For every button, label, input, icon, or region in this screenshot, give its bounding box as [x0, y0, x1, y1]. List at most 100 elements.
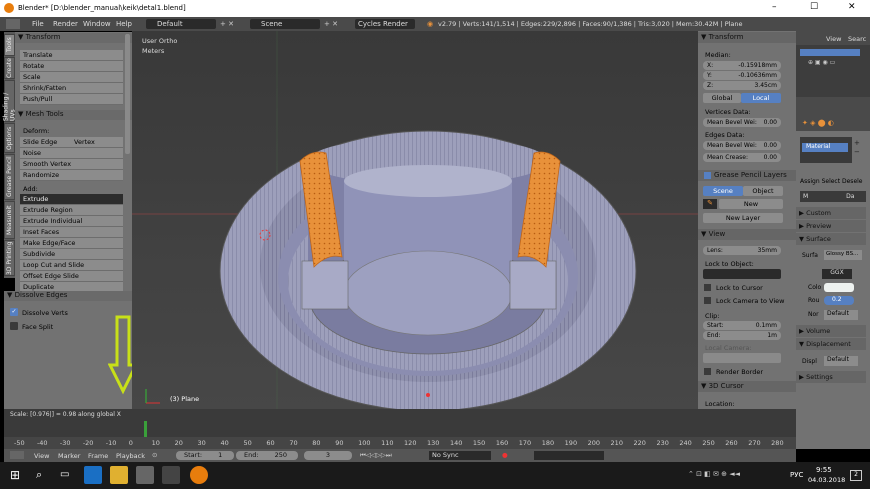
current-frame-field[interactable]: 3	[304, 451, 352, 460]
deselect-button[interactable]: Desele	[842, 178, 863, 185]
add-layout-icon[interactable]: + ✕	[220, 20, 234, 28]
custom-properties-panel[interactable]: ▶ Custom PropertFes	[796, 207, 866, 229]
notification-center-icon[interactable]: 2	[850, 470, 862, 481]
tray-icons[interactable]: ⌃ ⊡ ◧ ✉ ⊕ ◄◄	[688, 470, 740, 478]
scene-select[interactable]: Scene	[250, 19, 320, 29]
local-camera-field[interactable]	[703, 353, 781, 363]
tab-shading-uvs[interactable]: Shading / UVs	[3, 80, 17, 122]
normal-field[interactable]: Default	[824, 310, 858, 320]
extrude-select[interactable]: Extrude	[20, 194, 123, 205]
material-datablock-row[interactable]: M Da	[800, 191, 866, 202]
add-scene-icon[interactable]: + ✕	[324, 20, 338, 28]
tab-measureit[interactable]: Measureit	[4, 201, 15, 239]
extrude-individual-button[interactable]: Extrude Individual	[20, 216, 123, 227]
windows-start-icon[interactable]: ⊞	[10, 468, 20, 482]
select-button[interactable]: Select	[822, 178, 841, 185]
settings-panel[interactable]: ▶ Settings	[796, 371, 866, 383]
mean-bevel-edge-field[interactable]: Mean Bevel Wei: 0.00	[703, 141, 781, 150]
search-icon[interactable]: ⌕	[36, 468, 42, 482]
editor-type-icon[interactable]	[6, 19, 20, 29]
vertex-slide-button[interactable]: Vertex	[71, 137, 123, 148]
color-swatch[interactable]	[824, 283, 854, 292]
clock-date[interactable]: 04.03.2018	[808, 476, 845, 484]
file-explorer-icon[interactable]	[110, 466, 128, 484]
maximize-button[interactable]: ☐	[810, 2, 818, 12]
preview-panel[interactable]: ▶ Preview	[796, 220, 866, 232]
make-edge-face-button[interactable]: Make Edge/Face	[20, 238, 123, 249]
start-frame-field[interactable]: Start: 1	[176, 451, 234, 460]
gp-scene-toggle[interactable]: Scene	[703, 186, 743, 196]
render-border-checkbox[interactable]	[704, 368, 711, 375]
timeline-playback-menu[interactable]: Playback	[116, 452, 145, 460]
rotate-button[interactable]: Rotate	[20, 61, 123, 72]
outliner-search[interactable]: Searc	[848, 35, 866, 43]
displacement-field[interactable]: Default	[824, 356, 858, 366]
translate-button[interactable]: Translate	[20, 50, 123, 61]
scale-button[interactable]: Scale	[20, 72, 123, 83]
smooth-vertex-button[interactable]: Smooth Vertex	[20, 159, 123, 170]
minimize-button[interactable]: –	[772, 2, 777, 12]
loop-cut-slide-button[interactable]: Loop Cut and Slide	[20, 260, 123, 271]
lock-object-field[interactable]	[703, 269, 781, 279]
median-z-field[interactable]: Z: 3.45cm	[703, 81, 781, 90]
3d-cursor-header[interactable]: ▼ 3D Cursor	[698, 381, 796, 392]
tab-create[interactable]: Create	[4, 57, 15, 79]
push-pull-button[interactable]: Push/Pull	[20, 94, 123, 105]
clock-time[interactable]: 9:55	[816, 466, 832, 474]
clip-start-field[interactable]: Start: 0.1mm	[703, 321, 781, 330]
menu-render[interactable]: Render	[53, 20, 78, 28]
outliner-row-selected[interactable]	[800, 49, 860, 56]
mail-icon[interactable]	[162, 466, 180, 484]
menu-help[interactable]: Help	[116, 20, 132, 28]
pencil-icon[interactable]: ✎	[703, 199, 717, 209]
grease-pencil-layers-header[interactable]: Grease Pencil Layers	[698, 170, 796, 181]
timeline-view-menu[interactable]: View	[34, 452, 49, 460]
tab-tools[interactable]: Tools	[4, 34, 15, 56]
n-transform-header[interactable]: ▼ Transform	[698, 32, 796, 43]
mesh-tools-header[interactable]: ▼ Mesh Tools	[15, 110, 132, 120]
preview-range-icon[interactable]: ⊙	[152, 451, 157, 459]
blender-taskbar-icon[interactable]	[190, 466, 208, 484]
sync-select[interactable]: No Sync	[429, 451, 491, 460]
task-view-icon[interactable]: ▭	[60, 469, 69, 480]
current-frame-marker[interactable]	[144, 421, 147, 437]
distribution-select[interactable]: GGX	[822, 269, 852, 279]
mean-crease-field[interactable]: Mean Crease: 0.00	[703, 153, 781, 162]
transform-panel-header[interactable]: ▼ Transform	[15, 33, 132, 43]
record-icon[interactable]: ●	[502, 451, 508, 459]
render-engine-select[interactable]: Cycles Render	[355, 19, 415, 29]
timeline-editor-icon[interactable]	[10, 451, 24, 459]
median-x-field[interactable]: X: -0.15918mm	[703, 61, 781, 70]
material-slots-list[interactable]: Material	[800, 137, 852, 163]
properties-tab-icons[interactable]: ✦ ◈ ⬤ ◐	[802, 119, 862, 127]
end-frame-field[interactable]: End: 250	[236, 451, 298, 460]
roughness-field[interactable]: 0.2	[824, 296, 854, 305]
gp-new-button[interactable]: New	[719, 199, 783, 209]
timeline-frame-menu[interactable]: Frame	[88, 452, 108, 460]
gp-object-toggle[interactable]: Object	[743, 186, 783, 196]
material-name-field[interactable]: M	[803, 193, 808, 200]
gp-new-layer-button[interactable]: New Layer	[703, 213, 783, 223]
view-header[interactable]: ▼ View	[698, 229, 796, 240]
mean-bevel-vert-field[interactable]: Mean Bevel Wei: 0.00	[703, 118, 781, 127]
clip-end-field[interactable]: End: 1m	[703, 331, 781, 340]
randomize-button[interactable]: Randomize	[20, 170, 123, 181]
tab-options[interactable]: Options	[4, 123, 15, 153]
playback-controls-icons[interactable]: ⏮◁◁▷▷⏭	[360, 451, 392, 460]
store-icon[interactable]	[136, 466, 154, 484]
properties-tabs[interactable]: ✦ ◈ ⬤ ◐	[796, 97, 870, 131]
gp-enable-checkbox[interactable]	[704, 172, 711, 179]
extrude-region-button[interactable]: Extrude Region	[20, 205, 123, 216]
material-data-field[interactable]: Da	[846, 193, 854, 200]
face-split-checkbox[interactable]	[10, 322, 18, 330]
surface-panel-header[interactable]: ▼ Surface	[796, 233, 866, 245]
outliner-view-menu[interactable]: View	[826, 35, 841, 43]
local-toggle[interactable]: Local	[741, 93, 781, 103]
offset-edge-slide-button[interactable]: Offset Edge Slide	[20, 271, 123, 282]
tab-3d-printing[interactable]: 3D Printing	[4, 240, 15, 276]
timeline-marker-menu[interactable]: Marker	[58, 452, 80, 460]
lock-camera-checkbox[interactable]	[704, 297, 711, 304]
displacement-panel-header[interactable]: ▼ Displacement	[796, 338, 866, 350]
global-toggle[interactable]: Global	[703, 93, 741, 103]
close-button[interactable]: ✕	[848, 2, 856, 12]
